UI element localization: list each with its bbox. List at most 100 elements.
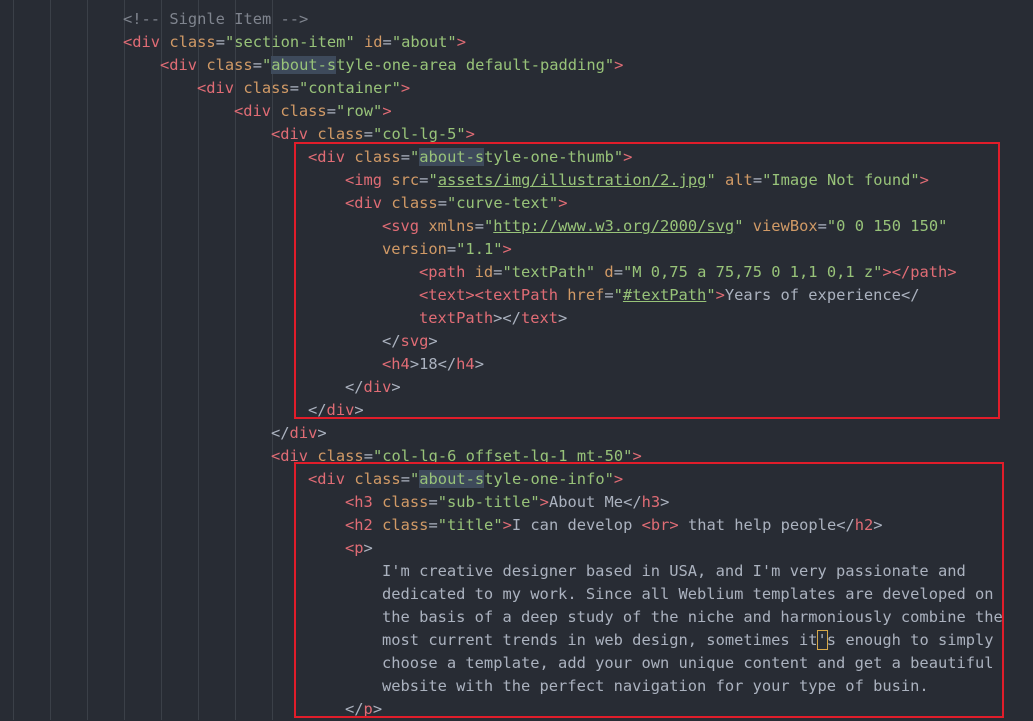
code-line[interactable]: <div class="row"> [234,100,392,123]
code-token: tyle-one-thumb" [484,148,624,166]
code-token: = [363,125,373,143]
code-line[interactable]: <!-- Signle Item --> [123,8,308,31]
code-token: " [409,470,420,488]
code-line[interactable]: <div class="about-style-one-info"> [308,468,623,491]
code-line[interactable]: <div class="about-style-one-area default… [160,54,623,77]
code-line[interactable]: <path id="textPath" d="M 0,75 a 75,75 0 … [419,261,957,284]
code-token: > [502,516,512,534]
code-token: I can develop [511,516,642,534]
code-token: " [409,148,420,166]
code-token: h4 [456,355,475,373]
code-token: = [817,217,827,235]
code-line[interactable]: <svg xmlns="http://www.w3.org/2000/svg" … [382,215,947,238]
code-line[interactable]: textPath></text> [419,307,567,330]
code-token: "col-lg-6 offset-lg-1 mt-50" [372,447,633,465]
code-line[interactable]: </div> [345,376,401,399]
code-token: "Image Not found" [762,171,920,189]
code-token: >18</ [409,355,457,373]
code-token: <svg [382,217,420,235]
code-token: p [363,700,373,718]
code-editor[interactable]: < <!-- Signle Item --><div class="sectio… [0,0,1033,720]
code-token: class [354,470,401,488]
indent-guide [161,0,162,720]
code-line[interactable]: <text><textPath href="#textPath">Years o… [419,284,919,307]
code-line[interactable]: version="1.1"> [382,238,512,261]
code-token: </ [308,401,327,419]
code-token: href [567,286,605,304]
code-token: div [363,378,392,396]
code-token: = [382,33,392,51]
code-line[interactable]: </div> [271,422,327,445]
code-token: choose a template, add your own unique c… [382,654,994,672]
code-token: class [354,148,401,166]
code-token: "container" [298,79,401,97]
code-token: = [363,447,373,465]
code-token: class [169,33,216,51]
code-token: assets/img/illustration/2.jpg [437,171,707,189]
code-token: > [919,171,929,189]
code-line[interactable]: </div> [308,399,364,422]
code-token: <img [345,171,383,189]
code-line[interactable]: <h2 class="title">I can develop <br> tha… [345,514,883,537]
code-token: about-s [271,56,337,74]
code-line[interactable]: dedicated to my work. Since all Weblium … [382,583,994,606]
code-line[interactable]: <p> [345,537,373,560]
code-token: > [539,493,549,511]
indent-guide [50,0,51,720]
code-token: src [391,171,420,189]
previous-line-fragment: < [0,0,1033,4]
code-token: div [289,424,318,442]
code-token: website with the perfect navigation for … [382,677,929,695]
code-token: dedicated to my work. Since all Weblium … [382,585,994,603]
code-token: = [437,194,447,212]
code-token: "0 0 150 150" [826,217,948,235]
code-token: http://www.w3.org/2000/svg [493,217,735,235]
code-token: "title" [437,516,503,534]
code-line[interactable]: <h3 class="sub-title">About Me</h3> [345,491,669,514]
indent-guide [198,0,199,720]
code-line[interactable]: I'm creative designer based in USA, and … [382,560,966,583]
code-line[interactable]: <div class="col-lg-5"> [271,123,475,146]
code-token: about-s [419,470,485,488]
code-line[interactable]: website with the perfect navigation for … [382,675,929,698]
code-line[interactable]: <div class="container"> [197,77,410,100]
code-token: id [364,33,383,51]
code-token: class [382,493,429,511]
code-token: " [613,286,623,304]
code-token: ' [816,630,828,650]
code-line[interactable]: most current trends in web design, somet… [382,629,994,652]
indent-guide [13,0,14,720]
code-line[interactable]: <h4>18</h4> [382,353,484,376]
code-line[interactable]: choose a template, add your own unique c… [382,652,994,675]
code-line[interactable]: <div class="section-item" id="about"> [123,31,466,54]
code-token: svg [400,332,429,350]
code-line[interactable]: </svg> [382,330,438,353]
code-token: = [752,171,763,189]
code-line[interactable]: <div class="about-style-one-thumb"> [308,146,632,169]
code-token: "col-lg-5" [372,125,466,143]
code-token: > [632,447,642,465]
code-token: <!-- Signle Item --> [123,10,309,28]
code-line[interactable]: <div class="curve-text"> [345,192,567,215]
code-token: > [873,516,883,534]
code-line[interactable]: the basis of a deep study of the niche a… [382,606,1003,629]
code-token: "section-item" [224,33,355,51]
code-token: class [382,516,429,534]
code-token: = [326,102,336,120]
code-line[interactable]: <div class="col-lg-6 offset-lg-1 mt-50"> [271,445,642,468]
code-line[interactable]: <img src="assets/img/illustration/2.jpg"… [345,169,929,192]
code-token: class [317,447,364,465]
code-token: "about" [391,33,457,51]
code-line[interactable]: </p> [345,698,382,721]
code-token: <div [271,125,309,143]
code-token: = [428,516,438,534]
code-token: class [243,79,290,97]
code-token: </ [271,424,290,442]
code-token: "sub-title" [437,493,540,511]
